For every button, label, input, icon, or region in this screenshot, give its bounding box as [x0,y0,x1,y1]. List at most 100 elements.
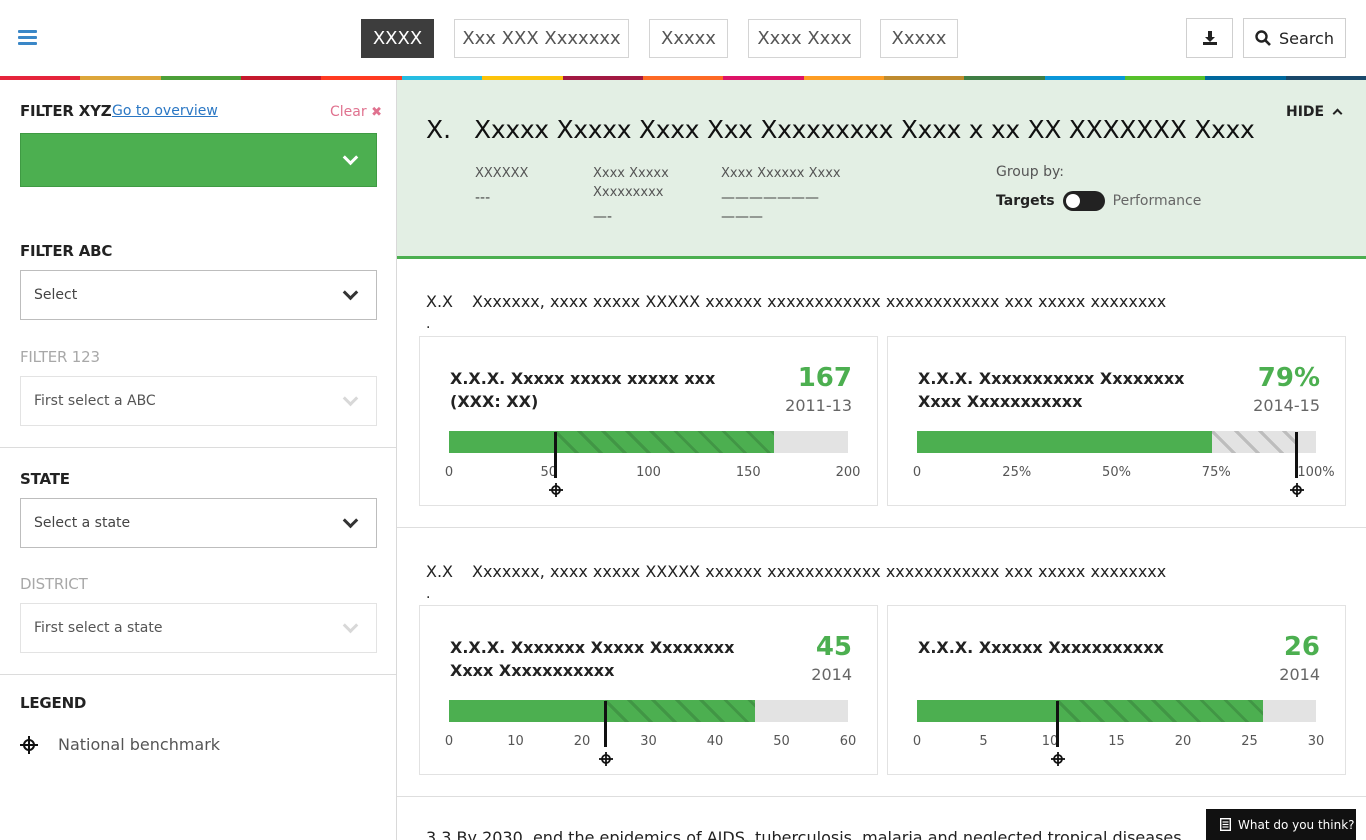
target-number: X.X [426,562,454,581]
hamburger-menu-icon[interactable] [18,30,37,46]
group-by-toggle-row: Targets Performance [996,191,1201,211]
legend-item-label: National benchmark [58,735,221,754]
meta-item-2: Xxxx Xxxxx Xxxxxxxxx —- [593,164,693,227]
toggle-label-performance: Performance [1112,193,1202,209]
nav-tab-3[interactable]: Xxxxx [649,19,728,58]
axis-tick-label: 0 [444,465,454,480]
search-icon [1255,30,1271,46]
axis-tick-label: 15 [1108,734,1125,749]
search-button[interactable]: Search [1243,18,1346,58]
chevron-down-icon [342,617,359,634]
group-by-toggle[interactable] [1062,191,1105,211]
toggle-knob [1065,194,1080,208]
goal-number: X. [426,115,452,144]
axis-tick-label: 75% [1201,465,1231,480]
progress-bar [449,431,848,453]
group-by-label: Group by: [996,164,1064,180]
benchmark-crosshair-icon [1050,752,1065,766]
meta-label: XXXXXX [475,166,529,181]
progress-bar [917,431,1316,453]
axis-tick-label: 25% [1002,465,1032,480]
hide-label: HIDE [1286,104,1325,120]
axis-tick-label: 50% [1102,465,1131,480]
progress-bar [917,700,1316,722]
axis-tick-label: 0 [912,734,922,749]
district-value: First select a state [34,620,163,636]
go-to-overview-link[interactable]: Go to overview [112,103,218,119]
target-text: Xxxxxxx, xxxx xxxxx XXXXX xxxxxx xxxxxxx… [472,292,1167,311]
main-content: X. Xxxxx Xxxxx Xxxx Xxx Xxxxxxxxx Xxxx x… [397,80,1366,840]
axis-tick-label: 30 [640,734,657,749]
meta-value: ——————— ——— [721,190,819,225]
axis-tick-label: 200 [835,465,861,480]
indicator-year: 2014-15 [1253,396,1320,415]
filter-xyz-select[interactable] [20,133,377,187]
axis-tick-label: 100 [636,465,661,480]
indicator-year: 2011-13 [785,396,852,415]
filter-123-label: FILTER 123 [20,348,100,366]
benchmark-gap-hatch [554,431,775,453]
top-header: XXXX Xxx XXX Xxxxxxx Xxxxx Xxxx Xxxx Xxx… [0,0,1366,76]
nav-tab-2[interactable]: Xxx XXX Xxxxxxx [454,19,629,58]
state-value: Select a state [34,515,131,531]
filter-123-select[interactable]: First select a ABC [20,376,377,426]
hide-button[interactable]: HIDE [1286,104,1343,120]
filter-123-value: First select a ABC [34,393,156,409]
meta-label: Xxxx Xxxxx Xxxxxxxxx [593,166,669,200]
feedback-label: What do you think? [1238,817,1355,832]
nav-tab-5[interactable]: Xxxxx [880,19,958,58]
benchmark-crosshair-icon [599,752,614,766]
indicator-title: X.X.X. Xxxxxxx Xxxxx Xxxxxxxx Xxxx Xxxxx… [450,638,735,680]
target-heading-partial: 3.3 By 2030, end the epidemics of AIDS, … [426,828,1182,840]
indicator-year: 2014 [811,665,852,684]
axis-tick-label: 30 [1307,734,1325,749]
chevron-down-icon [342,284,359,301]
district-label: DISTRICT [20,575,88,593]
indicator-card: X.X.X. Xxxxxx Xxxxxxxxxxx 26 2014 0 5 10 15… [887,605,1346,775]
nav-tab-1[interactable]: XXXX [361,19,434,58]
divider [0,447,396,448]
benchmark-line [604,701,608,747]
filter-abc-value: Select [34,287,78,303]
meta-item-1: XXXXXX --- [475,164,575,208]
toggle-label-targets: Targets [996,193,1055,209]
progress-bar [449,700,848,722]
feedback-button[interactable]: What do you think? [1206,809,1356,840]
target-dot: . [426,316,431,332]
target-text: Xxxxxxx, xxxx xxxxx XXXXX xxxxxx xxxxxxx… [472,562,1167,581]
target-heading: X.X Xxxxxxx, xxxx xxxxx XXXXX xxxxxx xxxx… [426,292,1166,311]
section-divider [397,527,1366,528]
section-divider [397,796,1366,797]
indicator-value: 45 [815,632,852,662]
state-select[interactable]: Select a state [20,498,377,548]
axis-tick-label: 50 [773,734,790,749]
benchmark-gap-hatch [1056,700,1263,722]
benchmark-line [1295,432,1299,478]
divider [0,674,396,675]
search-label: Search [1279,28,1334,48]
document-icon [1220,818,1231,831]
axis-tick-label: 40 [706,734,724,749]
benchmark-gap-hatch [1212,431,1297,453]
axis-tick-label: 150 [735,465,761,480]
filter-xyz-label: FILTER XYZ [20,102,112,120]
clear-button[interactable]: Clear ✖ [330,104,382,120]
target-heading: X.X Xxxxxxx, xxxx xxxxx XXXXX xxxxxx xxxx… [426,562,1166,581]
axis-tick-label: 5 [979,734,988,749]
indicator-value: 79% [1257,363,1320,393]
target-number: X.X [426,292,454,311]
nav-tab-4[interactable]: Xxxx Xxxx [748,19,861,58]
indicator-value: 26 [1283,632,1320,662]
meta-item-3: Xxxx Xxxxxx Xxxx ——————— ——— [721,164,846,227]
indicator-card: X.X.X. Xxxxxxxxxxx Xxxxxxxx Xxxx Xxxxxxx… [887,336,1346,506]
chevron-down-icon [342,512,359,529]
legend-item: National benchmark [20,735,220,754]
indicator-year: 2014 [1279,665,1320,684]
filter-abc-select[interactable]: Select [20,270,377,320]
benchmark-crosshair-icon [548,483,563,497]
download-button[interactable] [1186,18,1233,58]
district-select[interactable]: First select a state [20,603,377,653]
axis-tick-label: 20 [1174,734,1192,749]
goal-title: Xxxxx Xxxxx Xxxx Xxx Xxxxxxxxx Xxxx x xx… [474,115,1255,144]
legend-label: LEGEND [20,694,87,712]
